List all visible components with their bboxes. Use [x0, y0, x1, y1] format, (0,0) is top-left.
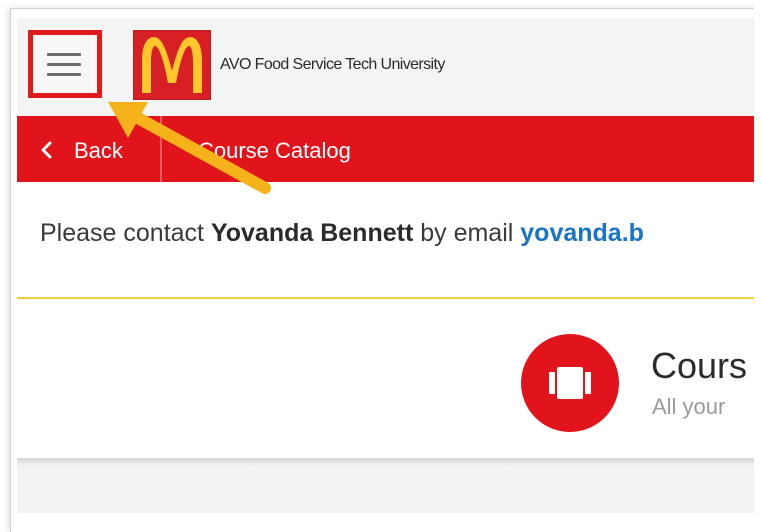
contact-message: Please contact Yovanda Bennett by email …	[40, 219, 644, 248]
cards-icon	[549, 367, 591, 399]
catalog-heading: Cours	[651, 345, 748, 386]
section-divider	[17, 297, 757, 299]
golden-arches-icon	[142, 37, 202, 93]
contact-middle: by email	[413, 219, 521, 247]
hamburger-menu-button[interactable]	[28, 30, 102, 98]
content-area	[17, 466, 757, 513]
annotation-arrow-icon	[108, 102, 271, 194]
content-shadow	[17, 458, 757, 466]
chevron-left-icon	[41, 141, 52, 159]
course-catalog-icon	[521, 334, 619, 432]
brand-name: AVO Food Service Tech University	[220, 56, 445, 73]
hamburger-menu-icon	[47, 53, 81, 77]
golden-arches-logo[interactable]	[133, 30, 211, 100]
contact-prefix: Please contact	[40, 219, 211, 247]
contact-email-link[interactable]: yovanda.b	[520, 219, 644, 247]
catalog-subheading: All your	[652, 394, 726, 419]
page-edge	[754, 0, 762, 531]
contact-name: Yovanda Bennett	[210, 219, 414, 247]
